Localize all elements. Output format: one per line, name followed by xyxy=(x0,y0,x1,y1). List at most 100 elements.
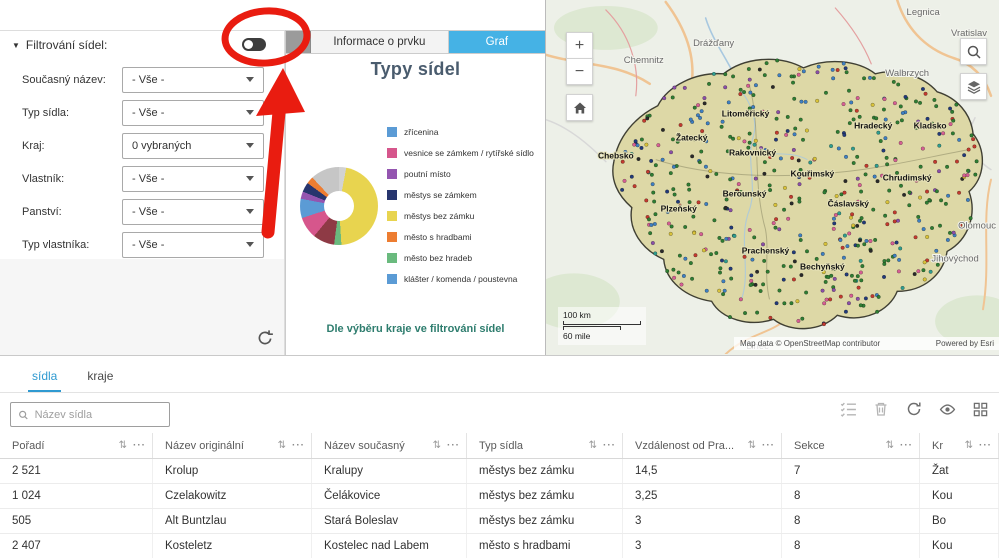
scale-mile-bar xyxy=(563,326,621,330)
column-header-label: Název současný xyxy=(324,440,427,452)
table-cell: 8 xyxy=(782,509,920,533)
table-row[interactable]: 2 407KosteletzKostelec nad Labemměsto s … xyxy=(0,534,999,558)
table-body: 2 521KrolupKralupyměstys bez zámku14,57Ž… xyxy=(0,459,999,558)
column-menu-icon[interactable]: ··· xyxy=(979,440,992,451)
filter-select[interactable]: - Vše - xyxy=(122,100,264,126)
legend-label: městys bez zámku xyxy=(404,211,474,221)
map-attribution: Map data © OpenStreetMap contributor Pow… xyxy=(734,337,999,350)
chart-tabs: Informace o prvkuGraf xyxy=(311,31,545,53)
map-canvas[interactable]: DrážďanyChemnitzWalbrzychVratislavLegnic… xyxy=(546,0,999,354)
map-region-label: Čáslavský xyxy=(828,198,870,209)
sort-icon[interactable]: ⇅ xyxy=(433,440,441,451)
column-header[interactable]: Pořadí⇅··· xyxy=(0,433,153,458)
filter-select-value: - Vše - xyxy=(132,239,164,251)
bottom-panel: sídla kraje xyxy=(0,355,999,558)
sort-icon[interactable]: ⇅ xyxy=(886,440,894,451)
legend-swatch xyxy=(387,148,397,158)
column-header[interactable]: Název současný ⇅ ··· xyxy=(312,433,467,458)
sort-icon[interactable]: ⇅ xyxy=(965,440,973,451)
search-icon xyxy=(966,44,982,60)
chart-title: Typy sídel xyxy=(286,59,545,80)
map-city-label: Walbrzych xyxy=(885,68,929,79)
legend-item: klášter / komenda / poustevna xyxy=(387,274,534,284)
layers-icon xyxy=(966,79,982,95)
table-row[interactable]: 1 024CzelakowitzČelákoviceměstys bez zám… xyxy=(0,484,999,509)
map-region-label: Prachenský xyxy=(742,245,790,255)
chart-tab-strip: Informace o prvkuGraf xyxy=(286,31,545,54)
zoom-out-button[interactable]: − xyxy=(566,58,593,85)
chevron-down-icon xyxy=(246,110,254,115)
map-region-label: Kladsko xyxy=(914,121,947,131)
table-row[interactable]: 2 521KrolupKralupyměstys bez zámku14,57Ž… xyxy=(0,459,999,484)
column-header[interactable]: Název originální ⇅ ··· xyxy=(153,433,312,458)
legend-swatch xyxy=(387,190,397,200)
legend-swatch xyxy=(387,211,397,221)
reset-icon xyxy=(256,329,274,347)
column-menu-icon[interactable]: ··· xyxy=(447,440,460,451)
layers-button[interactable] xyxy=(960,73,987,100)
delete-icon[interactable] xyxy=(872,400,890,418)
reset-button[interactable] xyxy=(256,329,274,347)
legend-label: město s hradbami xyxy=(404,232,472,242)
filter-select-value: 0 vybraných xyxy=(132,140,191,152)
filter-label: Kraj: xyxy=(22,140,122,152)
search-input[interactable] xyxy=(35,409,162,421)
column-header[interactable]: Kr⇅··· xyxy=(920,433,999,458)
column-header[interactable]: Sekce ⇅ ··· xyxy=(782,433,920,458)
sort-icon[interactable]: ⇅ xyxy=(278,440,286,451)
search-button[interactable] xyxy=(960,38,987,65)
tab-kraje[interactable]: kraje xyxy=(83,369,117,392)
filter-rows: Současný název: - Vše - Typ sídla: - Vše… xyxy=(0,63,284,261)
show-columns-icon[interactable] xyxy=(938,400,956,418)
tab-strip-stub xyxy=(286,31,311,53)
legend-label: poutní místo xyxy=(404,169,451,179)
refresh-icon[interactable] xyxy=(905,400,923,418)
column-header-label: Sekce xyxy=(794,440,880,452)
sort-icon[interactable]: ⇅ xyxy=(589,440,597,451)
table-cell: městys bez zámku xyxy=(467,459,623,483)
column-header[interactable]: Vzdálenost od Pra...⇅··· xyxy=(623,433,782,458)
legend-label: klášter / komenda / poustevna xyxy=(404,274,517,284)
tab-sidla[interactable]: sídla xyxy=(28,369,61,392)
table-cell: 3,25 xyxy=(623,484,782,508)
column-header[interactable]: Typ sídla⇅··· xyxy=(467,433,623,458)
filter-select[interactable]: - Vše - xyxy=(122,166,264,192)
filter-label: Typ sídla: xyxy=(22,107,122,119)
tab-graf[interactable]: Graf xyxy=(449,31,545,53)
filter-select[interactable]: 0 vybraných xyxy=(122,133,264,159)
tab-informace-o-prvku[interactable]: Informace o prvku xyxy=(311,31,449,53)
column-menu-icon[interactable]: ··· xyxy=(133,440,146,451)
sort-icon[interactable]: ⇅ xyxy=(119,440,127,451)
filter-select[interactable]: - Vše - xyxy=(122,232,264,258)
filter-select-value: - Vše - xyxy=(132,206,164,218)
scale-km-label: 100 km xyxy=(563,310,641,321)
grid-view-icon[interactable] xyxy=(971,400,989,418)
filter-select-value: - Vše - xyxy=(132,173,164,185)
donut-chart[interactable] xyxy=(300,167,378,245)
column-menu-icon[interactable]: ··· xyxy=(603,440,616,451)
toggle-switch[interactable] xyxy=(242,38,266,51)
sort-icon[interactable]: ⇅ xyxy=(748,440,756,451)
column-menu-icon[interactable]: ··· xyxy=(900,440,913,451)
filter-row: Panství: - Vše - xyxy=(0,195,284,228)
column-menu-icon[interactable]: ··· xyxy=(762,440,775,451)
filter-panel-footer xyxy=(0,259,284,355)
select-rows-icon[interactable] xyxy=(839,400,857,418)
table-cell: Žat xyxy=(920,459,999,483)
column-menu-icon[interactable]: ··· xyxy=(292,440,305,451)
column-header-label: Název originální xyxy=(165,440,272,452)
filter-select[interactable]: - Vše - xyxy=(122,67,264,93)
zoom-in-button[interactable]: + xyxy=(566,32,593,59)
home-button[interactable] xyxy=(566,94,593,121)
legend-swatch xyxy=(387,127,397,137)
caret-down-icon[interactable]: ▼ xyxy=(12,41,20,50)
table-row[interactable]: 505Alt BuntzlauStará Boleslavměstys bez … xyxy=(0,509,999,534)
chart-panel: Informace o prvkuGraf Typy sídel zříceni… xyxy=(285,30,545,355)
filter-panel-header: ▼ Filtrování sídel: xyxy=(0,31,284,59)
filter-panel-title: Filtrování sídel: xyxy=(26,38,107,52)
filter-select[interactable]: - Vše - xyxy=(122,199,264,225)
table-cell: Kosteletz xyxy=(153,534,312,558)
table-cell: 7 xyxy=(782,459,920,483)
table-cell: 14,5 xyxy=(623,459,782,483)
map-city-label: Chemnitz xyxy=(624,55,664,66)
